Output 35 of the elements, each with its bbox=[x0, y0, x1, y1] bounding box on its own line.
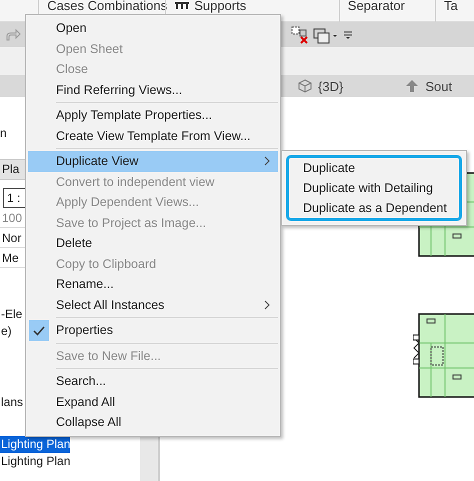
menu-item[interactable]: Duplicate bbox=[303, 158, 356, 178]
menu-item[interactable]: Duplicate as a Dependent bbox=[303, 198, 447, 218]
browser-item[interactable]: -Ele bbox=[0, 306, 22, 323]
menu-item[interactable]: Duplicate with Detailing bbox=[303, 178, 433, 198]
browser-item[interactable]: Lighting Plan bbox=[0, 453, 70, 470]
panel-header: Pla bbox=[0, 159, 25, 180]
customize-icon[interactable] bbox=[343, 30, 353, 40]
menu-item[interactable]: Delete bbox=[28, 233, 278, 254]
ribbon-label[interactable]: Cases Combinations bbox=[47, 0, 168, 12]
close-windows-icon[interactable] bbox=[291, 26, 309, 44]
view-tab[interactable]: Sout bbox=[399, 75, 458, 97]
menu-item[interactable]: Create View Template From View... bbox=[28, 126, 278, 146]
supports-icon bbox=[174, 0, 190, 10]
ribbon-label[interactable]: Separator bbox=[348, 0, 405, 12]
menu-item[interactable]: Select All Instances bbox=[28, 294, 278, 315]
menu-item[interactable]: Collapse All bbox=[28, 412, 278, 432]
browser-item[interactable]: lans bbox=[0, 394, 24, 411]
browser-item[interactable]: e) bbox=[0, 323, 12, 340]
switch-windows-icon[interactable] bbox=[313, 26, 339, 44]
panel-text: n bbox=[0, 125, 7, 142]
menu-item[interactable]: Properties bbox=[28, 320, 278, 340]
menu-item[interactable]: Find Referring Views... bbox=[28, 80, 278, 100]
menu-item[interactable]: Rename... bbox=[28, 274, 278, 294]
elevation-icon bbox=[405, 79, 420, 93]
scale-field[interactable]: 1 : bbox=[3, 188, 25, 208]
ribbon-label[interactable]: Ta bbox=[444, 0, 458, 12]
view-tab[interactable]: {3D} bbox=[292, 75, 350, 97]
ribbon-label[interactable]: Supports bbox=[194, 0, 246, 12]
cube-icon bbox=[298, 79, 312, 93]
browser-item[interactable]: Lighting Plan bbox=[0, 436, 70, 453]
menu-item[interactable]: Open bbox=[28, 18, 278, 38]
menu-item[interactable]: Expand All bbox=[28, 392, 278, 412]
menu-item[interactable]: Search... bbox=[28, 371, 278, 392]
menu-item[interactable]: Duplicate View bbox=[28, 151, 278, 172]
menu-item[interactable]: Apply Template Properties... bbox=[28, 105, 278, 126]
